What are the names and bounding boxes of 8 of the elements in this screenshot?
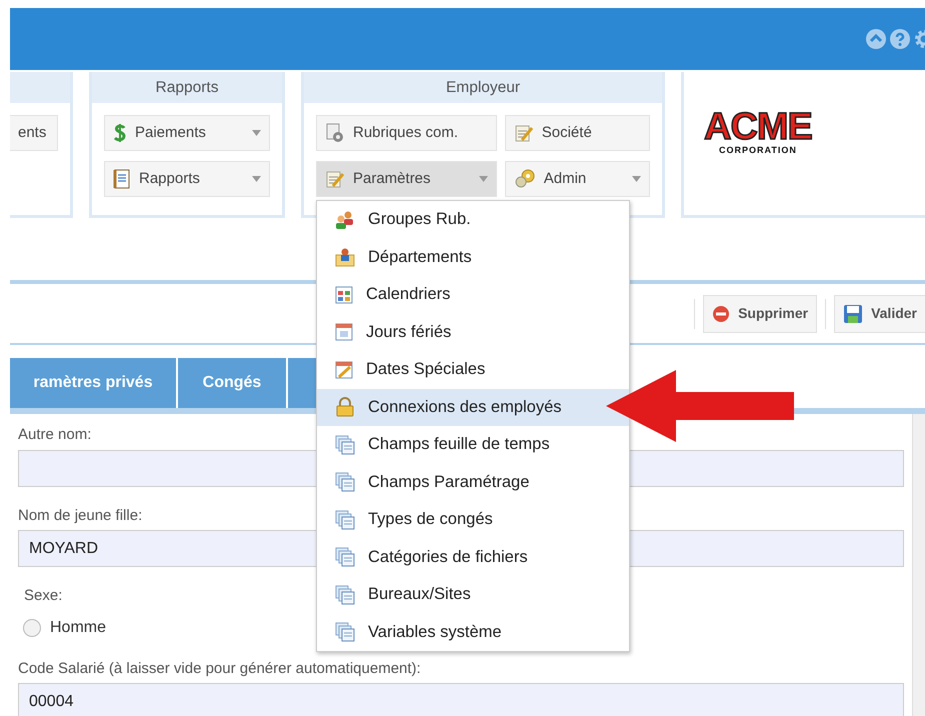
- field-label: Sexe:: [24, 586, 62, 606]
- company-logo: ACME CORPORATION: [704, 108, 812, 154]
- group-title: Rapports: [156, 78, 218, 98]
- field-label: Autre nom:: [18, 425, 92, 445]
- field-label: Code Salarié (à laisser vide pour générer automatiquement):: [18, 658, 421, 678]
- field-label: Nom de jeune fille:: [18, 506, 142, 526]
- radio-label: Homme: [50, 618, 106, 638]
- group-title: Employeur: [446, 78, 520, 98]
